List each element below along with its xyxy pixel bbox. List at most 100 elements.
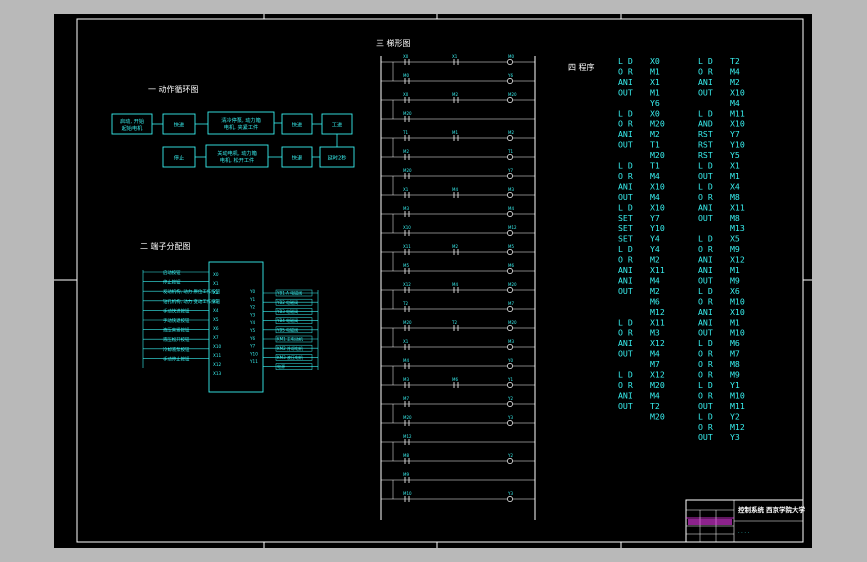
instruction-operand: M20 [650, 411, 665, 421]
instruction-op: L D [618, 370, 633, 380]
coil [507, 306, 513, 312]
coil-label: Y3 [507, 415, 513, 420]
contact-label: M9 [403, 472, 409, 477]
instruction-operand: M7 [650, 359, 660, 369]
instruction-op: O R [698, 422, 713, 432]
instruction-op: SET [618, 213, 633, 223]
instruction-op: O R [698, 66, 713, 76]
terminal-input-label: 发动机构, 动力 原位工作按钮 [163, 288, 220, 295]
terminal-input-label: 冷却液泵按钮 [163, 346, 190, 353]
contact-label: M4 [452, 187, 458, 192]
instruction-operand: Y10 [650, 223, 665, 233]
terminal-input-label: 液压夹紧按钮 [163, 327, 190, 334]
instruction-op: OUT [618, 286, 633, 296]
flow-box-label: 电机, 松开工件 [220, 156, 254, 164]
instruction-op: O R [698, 359, 713, 369]
plc-output-terminal: Y6 [249, 336, 256, 341]
coil [507, 268, 513, 274]
instruction-op: OUT [698, 87, 713, 97]
coil-label: M12 [508, 225, 517, 230]
plc-input-terminal: X12 [213, 362, 222, 367]
coil-label: Y7 [507, 168, 513, 173]
instruction-op: L D [698, 338, 713, 348]
instruction-op: OUT [698, 401, 713, 411]
instruction-op: OUT [618, 192, 633, 202]
instruction-op: RST [698, 150, 713, 160]
instruction-operand: M6 [650, 296, 660, 306]
instruction-operand: M20 [650, 150, 665, 160]
coil-label: M20 [508, 282, 517, 287]
contact-label: M3 [403, 206, 409, 211]
contact-label: M2 [403, 149, 409, 154]
instruction-op: L D [618, 108, 633, 118]
instruction-operand: M9 [730, 370, 740, 380]
instruction-op: L D [618, 161, 633, 171]
terminal-output-label: YB5 电磁阀 [276, 326, 298, 332]
plc-output-terminal: Y11 [249, 359, 258, 364]
coil-label: M4 [508, 206, 514, 211]
terminal-output-label: KM1 主电动机 [277, 336, 303, 342]
instruction-op: O R [698, 370, 713, 380]
drawing-canvas: 一 动作循环图 二 端子分配图 三 梯形图 四 程序 启动, 开始 起始电机 快进… [54, 14, 812, 548]
instruction-operand: M11 [730, 401, 745, 411]
instruction-operand: Y3 [730, 432, 740, 442]
flow-box-label: 快进 [292, 121, 302, 129]
plc-output-terminal: Y5 [249, 328, 256, 333]
instruction-op: OUT [698, 171, 713, 181]
flow-box-label: 快退 [292, 154, 302, 162]
instruction-op: O R [618, 380, 633, 390]
terminal-input-label: 手动停止按钮 [163, 355, 190, 362]
instruction-operand: M3 [650, 328, 660, 338]
instruction-op: OUT [698, 432, 713, 442]
instruction-operand: Y2 [730, 411, 740, 421]
coil [507, 249, 513, 255]
instruction-op: O R [698, 244, 713, 254]
coil [507, 135, 513, 141]
instruction-operand: M4 [650, 171, 660, 181]
coil [507, 382, 513, 388]
flow-box-label: 启动, 开始 [120, 117, 145, 125]
instruction-operand: X10 [650, 181, 665, 191]
coil [507, 420, 513, 426]
flow-box-label: 停止 [174, 154, 184, 162]
coil-label: M6 [508, 263, 514, 268]
instruction-op: SET [618, 223, 633, 233]
instruction-operand: M4 [650, 390, 660, 400]
terminal-output-label: 电源 [277, 363, 285, 369]
instruction-operand: M1 [730, 317, 740, 327]
instruction-op: SET [618, 234, 633, 244]
coil-label: Y2 [507, 453, 513, 458]
instruction-operand: M8 [730, 359, 740, 369]
plc-output-terminal: Y3 [249, 312, 256, 317]
instruction-op: OUT [618, 140, 633, 150]
instruction-op: ANI [618, 181, 633, 191]
coil-label: M2 [508, 130, 514, 135]
instruction-operand: M1 [730, 171, 740, 181]
coil-label: Y6 [507, 73, 513, 78]
instruction-op: ANI [698, 307, 713, 317]
contact-label: M4 [452, 282, 458, 287]
plc-input-terminal: X10 [213, 344, 222, 349]
instruction-op: L D [618, 244, 633, 254]
contact-label: M8 [403, 453, 409, 458]
instruction-op: O R [698, 296, 713, 306]
coil [507, 78, 513, 84]
contact-label: M2 [452, 92, 458, 97]
contact-label: X11 [403, 244, 411, 249]
coil [507, 173, 513, 179]
instruction-operand: M2 [650, 255, 660, 265]
contact-label: M20 [403, 415, 412, 420]
instruction-operand: M2 [650, 286, 660, 296]
terminal-output-label: YB4 电磁阀 [276, 317, 298, 323]
instruction-op: ANI [698, 265, 713, 275]
instruction-operand: M4 [650, 349, 660, 359]
instruction-operand: M9 [730, 275, 740, 285]
contact-label: X0 [403, 92, 409, 97]
coil-label: M7 [508, 301, 514, 306]
instruction-op: ANI [698, 317, 713, 327]
instruction-op: OUT [698, 328, 713, 338]
instruction-operand: X1 [730, 161, 740, 171]
instruction-operand: Y10 [730, 140, 745, 150]
instruction-operand: M9 [730, 244, 740, 254]
contact-label: X1 [403, 339, 409, 344]
